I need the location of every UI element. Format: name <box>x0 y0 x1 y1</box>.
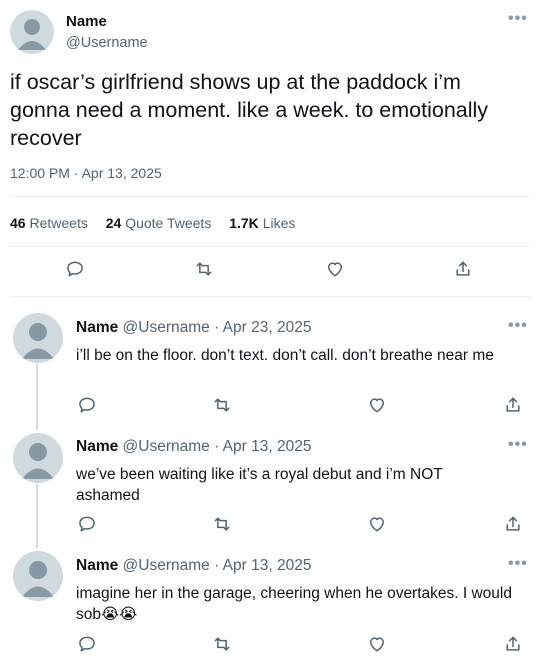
comment-icon[interactable] <box>77 395 97 415</box>
author-username[interactable]: @Username <box>66 35 148 51</box>
likes-label: Likes <box>262 215 296 231</box>
likes-count: 1.7K <box>229 215 259 231</box>
reply-meta[interactable]: @Username · Apr 13, 2025 <box>123 557 312 574</box>
reply-header: Name @Username · Apr 23, 2025 <box>76 318 311 338</box>
share-icon[interactable] <box>503 514 523 534</box>
share-icon[interactable] <box>503 395 523 415</box>
more-icon[interactable]: ••• <box>508 318 528 334</box>
share-icon[interactable] <box>503 634 523 654</box>
retweet-icon[interactable] <box>194 259 214 279</box>
heart-icon[interactable] <box>325 259 345 279</box>
divider <box>10 196 530 197</box>
reply-text-body: imagine her in the garage, cheering when… <box>76 585 512 623</box>
heart-icon[interactable] <box>367 634 387 654</box>
quotes-stat[interactable]: 24 Quote Tweets <box>106 215 216 231</box>
tweet-stats: 46 Retweets 24 Quote Tweets 1.7K Likes <box>10 215 295 231</box>
reply-meta[interactable]: @Username · Apr 13, 2025 <box>123 438 312 455</box>
retweets-label: Retweets <box>29 215 88 231</box>
comment-icon[interactable] <box>65 259 85 279</box>
divider <box>10 296 530 297</box>
avatar[interactable] <box>10 10 54 54</box>
thread-line <box>36 364 38 430</box>
retweets-count: 46 <box>10 215 26 231</box>
more-icon[interactable]: ••• <box>508 437 528 453</box>
reply-header: Name @Username · Apr 13, 2025 <box>76 437 311 457</box>
reply-text: i’ll be on the floor. don’t text. don’t … <box>76 347 494 364</box>
more-icon[interactable]: ••• <box>508 11 528 27</box>
crying-emoji: 😭😭 <box>101 605 138 623</box>
avatar[interactable] <box>13 551 63 601</box>
reply-header: Name @Username · Apr 13, 2025 <box>76 556 311 576</box>
retweet-icon[interactable] <box>212 634 232 654</box>
quotes-label: Quote Tweets <box>125 215 212 231</box>
tweet-timestamp[interactable]: 12:00 PM · Apr 13, 2025 <box>10 165 162 181</box>
avatar[interactable] <box>13 313 63 363</box>
heart-icon[interactable] <box>367 514 387 534</box>
retweet-icon[interactable] <box>212 514 232 534</box>
likes-stat[interactable]: 1.7K Likes <box>229 215 295 231</box>
thread-line <box>36 484 38 548</box>
reply-meta[interactable]: @Username · Apr 23, 2025 <box>123 319 312 336</box>
retweets-stat[interactable]: 46 Retweets <box>10 215 92 231</box>
reply-author-name[interactable]: Name <box>76 557 118 574</box>
comment-icon[interactable] <box>77 514 97 534</box>
reply-author-name[interactable]: Name <box>76 319 118 336</box>
reply-text: imagine her in the garage, cheering when… <box>76 583 516 625</box>
tweet-text: if oscar’s girlfriend shows up at the pa… <box>10 70 489 150</box>
reply-author-name[interactable]: Name <box>76 438 118 455</box>
share-icon[interactable] <box>453 259 473 279</box>
avatar[interactable] <box>13 433 63 483</box>
retweet-icon[interactable] <box>212 395 232 415</box>
author-name[interactable]: Name <box>66 13 107 30</box>
comment-icon[interactable] <box>77 634 97 654</box>
more-icon[interactable]: ••• <box>508 556 528 572</box>
heart-icon[interactable] <box>367 395 387 415</box>
reply-text: we’ve been waiting like it’s a royal deb… <box>76 466 443 504</box>
divider <box>10 246 530 247</box>
quotes-count: 24 <box>105 215 122 231</box>
